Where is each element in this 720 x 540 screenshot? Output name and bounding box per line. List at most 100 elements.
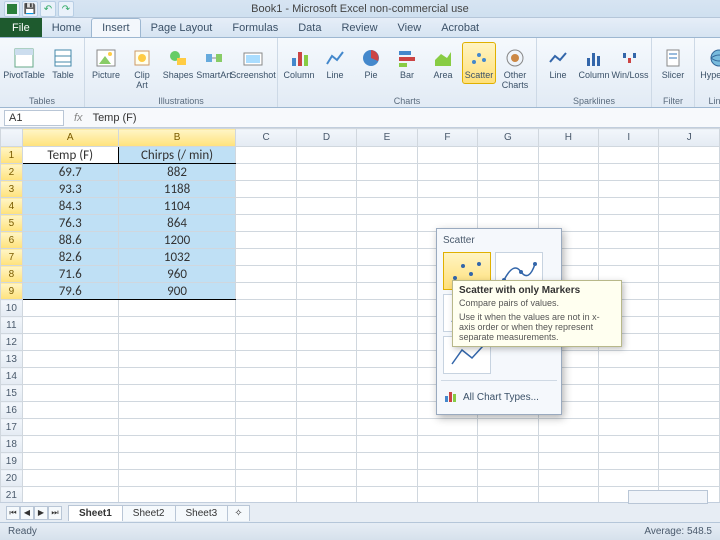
cell[interactable]	[22, 402, 118, 419]
shapes-button[interactable]: Shapes	[161, 42, 195, 84]
cell[interactable]	[296, 419, 356, 436]
cell[interactable]	[296, 249, 356, 266]
cell[interactable]	[22, 436, 118, 453]
cell[interactable]	[478, 198, 538, 215]
cell[interactable]	[659, 164, 720, 181]
cell[interactable]	[296, 181, 356, 198]
cell[interactable]	[599, 402, 659, 419]
row-header[interactable]: 7	[1, 249, 23, 266]
cell[interactable]	[417, 453, 477, 470]
tab-view[interactable]: View	[388, 19, 432, 37]
cell[interactable]	[296, 300, 356, 317]
column-header-E[interactable]: E	[357, 129, 417, 147]
bar-chart-button[interactable]: Bar	[390, 42, 424, 84]
cell[interactable]	[296, 147, 356, 164]
cell[interactable]: 900	[118, 283, 236, 300]
row-header[interactable]: 4	[1, 198, 23, 215]
all-chart-types-option[interactable]: All Chart Types...	[441, 385, 557, 410]
cell[interactable]	[236, 215, 296, 232]
cell[interactable]	[599, 198, 659, 215]
cell[interactable]	[659, 334, 720, 351]
cell[interactable]	[236, 198, 296, 215]
screenshot-button[interactable]: Screenshot	[233, 42, 273, 84]
cell[interactable]	[659, 351, 720, 368]
cell[interactable]	[357, 334, 417, 351]
cell[interactable]	[538, 181, 598, 198]
cell[interactable]	[538, 453, 598, 470]
column-header-H[interactable]: H	[538, 129, 598, 147]
cell[interactable]	[538, 147, 598, 164]
scatter-chart-button[interactable]: Scatter	[462, 42, 496, 84]
cell[interactable]	[417, 470, 477, 487]
cell[interactable]	[659, 419, 720, 436]
sheet-nav-next[interactable]: ▶	[34, 506, 48, 520]
cell[interactable]	[357, 436, 417, 453]
cell[interactable]	[357, 385, 417, 402]
cell[interactable]	[296, 283, 356, 300]
cell[interactable]	[538, 419, 598, 436]
cell[interactable]	[478, 164, 538, 181]
cell[interactable]	[118, 402, 236, 419]
tab-acrobat[interactable]: Acrobat	[431, 19, 489, 37]
cell[interactable]	[538, 198, 598, 215]
cell[interactable]	[357, 266, 417, 283]
cell[interactable]	[599, 470, 659, 487]
row-header[interactable]: 2	[1, 164, 23, 181]
cell[interactable]	[22, 300, 118, 317]
cell[interactable]	[22, 368, 118, 385]
column-header-J[interactable]: J	[659, 129, 720, 147]
cell[interactable]	[357, 300, 417, 317]
cell[interactable]	[659, 470, 720, 487]
cell[interactable]	[659, 198, 720, 215]
table-button[interactable]: Table	[46, 42, 80, 84]
column-header-A[interactable]: A	[22, 129, 118, 147]
cell[interactable]	[599, 147, 659, 164]
cell[interactable]	[296, 215, 356, 232]
cell[interactable]	[236, 419, 296, 436]
cell[interactable]	[357, 487, 417, 504]
cell[interactable]	[296, 164, 356, 181]
cell[interactable]	[659, 283, 720, 300]
cell[interactable]	[599, 351, 659, 368]
cell[interactable]	[118, 351, 236, 368]
cell[interactable]	[659, 385, 720, 402]
cell[interactable]	[118, 487, 236, 504]
cell[interactable]: 76.3	[22, 215, 118, 232]
tab-formulas[interactable]: Formulas	[222, 19, 288, 37]
cell[interactable]	[357, 232, 417, 249]
cell[interactable]	[236, 470, 296, 487]
cell[interactable]	[357, 164, 417, 181]
cell[interactable]	[296, 334, 356, 351]
column-header-B[interactable]: B	[118, 129, 236, 147]
cell[interactable]: 882	[118, 164, 236, 181]
name-box[interactable]: A1	[4, 110, 64, 126]
row-header[interactable]: 17	[1, 419, 23, 436]
cell[interactable]: Temp (F)	[22, 147, 118, 164]
cell[interactable]	[118, 385, 236, 402]
cell[interactable]: 1032	[118, 249, 236, 266]
worksheet-area[interactable]: ABCDEFGHIJ 1Temp (F)Chirps (/ min)269.78…	[0, 128, 720, 510]
cell[interactable]	[599, 453, 659, 470]
cell[interactable]	[599, 215, 659, 232]
row-header[interactable]: 14	[1, 368, 23, 385]
area-chart-button[interactable]: Area	[426, 42, 460, 84]
row-header[interactable]: 10	[1, 300, 23, 317]
tab-home[interactable]: Home	[42, 19, 91, 37]
cell[interactable]	[236, 249, 296, 266]
smartart-button[interactable]: SmartArt	[197, 42, 231, 84]
cell[interactable]	[357, 249, 417, 266]
row-header[interactable]: 13	[1, 351, 23, 368]
cell[interactable]	[417, 436, 477, 453]
cell[interactable]	[659, 368, 720, 385]
cell[interactable]	[236, 453, 296, 470]
pie-chart-button[interactable]: Pie	[354, 42, 388, 84]
cell[interactable]	[357, 402, 417, 419]
cell[interactable]	[236, 368, 296, 385]
cell[interactable]	[417, 487, 477, 504]
row-header[interactable]: 12	[1, 334, 23, 351]
sheet-nav-prev[interactable]: ◀	[20, 506, 34, 520]
cell[interactable]: 1104	[118, 198, 236, 215]
cell[interactable]	[478, 436, 538, 453]
cell[interactable]	[599, 436, 659, 453]
cell[interactable]	[22, 385, 118, 402]
